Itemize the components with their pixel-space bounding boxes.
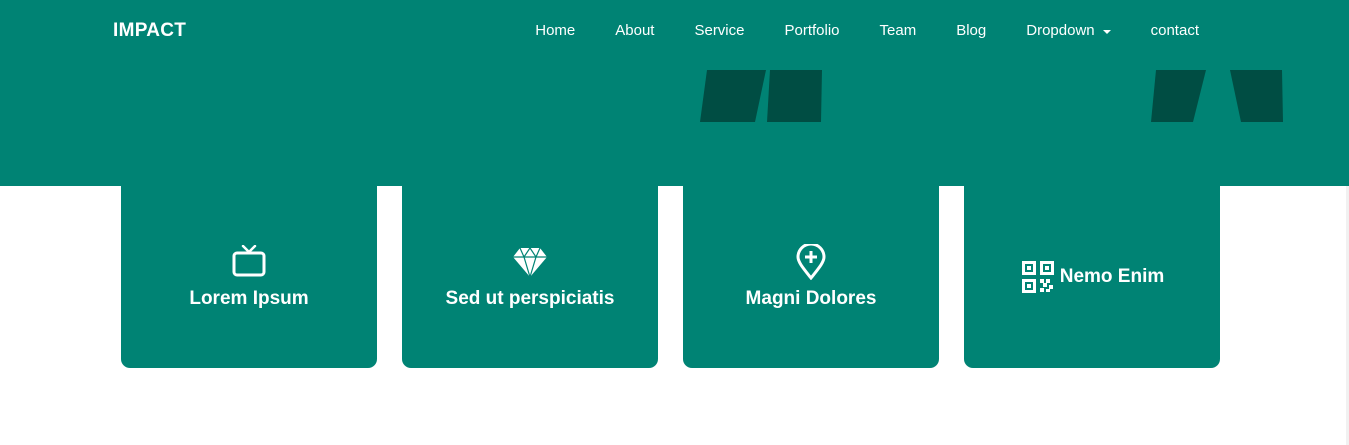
nav-item-contact[interactable]: contact [1151,22,1199,39]
feature-card-lorem-ipsum[interactable]: Lorem Ipsum [121,186,377,368]
nav-item-portfolio[interactable]: Portfolio [785,22,840,39]
quote-mark-right-2 [1230,70,1283,122]
tv-icon [231,244,267,280]
quote-mark-right-1 [1151,70,1206,122]
nav-item-home[interactable]: Home [535,22,575,39]
page: IMPACT Home About Service Portfolio Team… [0,0,1349,445]
nav-item-service[interactable]: Service [694,22,744,39]
nav-item-dropdown-label: Dropdown [1026,22,1095,39]
nav-item-about[interactable]: About [615,22,654,39]
nav-item-blog[interactable]: Blog [956,22,986,39]
nav-item-dropdown[interactable]: Dropdown [1026,22,1111,39]
feature-card-sed-ut-perspiciatis[interactable]: Sed ut perspiciatis [402,186,658,368]
hero-section: IMPACT Home About Service Portfolio Team… [0,0,1349,186]
brand-logo[interactable]: IMPACT [113,20,186,42]
feature-card-nemo-enim[interactable]: Nemo Enim [964,186,1220,368]
feature-cards: Lorem Ipsum Sed ut perspiciatis Magni Do… [121,186,1220,368]
feature-card-title: Sed ut perspiciatis [445,288,615,309]
feature-card-magni-dolores[interactable]: Magni Dolores [683,186,939,368]
nav-item-team[interactable]: Team [880,22,917,39]
quote-mark-left-1 [700,70,766,122]
feature-card-title: Lorem Ipsum [189,288,309,309]
navbar: IMPACT Home About Service Portfolio Team… [0,0,1349,64]
feature-card-title: Magni Dolores [745,288,877,309]
quote-mark-left-2 [767,70,822,122]
nav-menu: Home About Service Portfolio Team Blog D… [535,22,1199,40]
qr-code-icon [1020,259,1056,295]
caret-down-icon [1102,29,1111,34]
gem-icon [512,244,548,280]
geo-plus-icon [793,244,829,280]
feature-card-title: Nemo Enim [1059,266,1165,287]
